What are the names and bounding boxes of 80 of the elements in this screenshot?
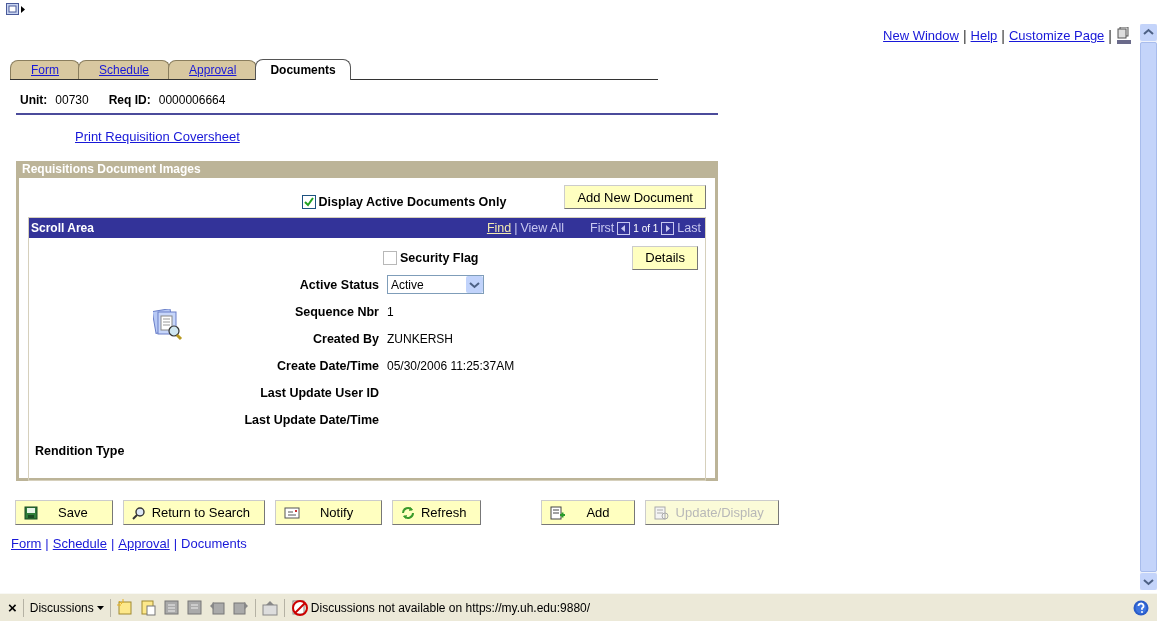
field-label: Rendition Type — [34, 443, 126, 458]
checkbox[interactable] — [301, 195, 316, 209]
last-label: Last — [677, 221, 701, 235]
field-label: Create Date/Time — [276, 358, 380, 373]
scroll-area-title: Scroll Area — [31, 221, 95, 235]
group-title: Requisitions Document Images — [19, 161, 715, 178]
checkbox-label: Security Flag — [400, 250, 479, 265]
search-button[interactable]: Return to Search — [122, 500, 265, 525]
tab[interactable]: Schedule — [78, 60, 171, 79]
notes-icon[interactable] — [139, 599, 157, 616]
field-value: ZUNKERSH — [386, 331, 454, 346]
status-dropdown[interactable]: Active — [387, 275, 484, 294]
field-label: Last Update User ID — [259, 385, 380, 400]
page-link-icon[interactable] — [1116, 27, 1132, 44]
tab[interactable]: Documents — [255, 59, 351, 80]
field-value: 00730 — [55, 93, 89, 109]
save-button[interactable]: Save — [15, 500, 113, 525]
save-icon — [24, 505, 38, 520]
refresh-button[interactable]: Refresh — [391, 500, 482, 525]
close-button[interactable]: × — [8, 599, 17, 616]
separator: | — [962, 27, 967, 44]
note-icon[interactable] — [162, 599, 180, 616]
add-document-button[interactable]: Add New Document — [564, 185, 706, 209]
tab[interactable]: Approval — [168, 60, 258, 79]
previous-icon[interactable] — [617, 221, 631, 235]
field-label: Created By — [312, 331, 380, 346]
nav-link[interactable]: Schedule — [52, 536, 107, 551]
find-link[interactable]: Find — [486, 221, 512, 235]
next-icon[interactable] — [661, 221, 675, 235]
document-search-icon — [153, 308, 185, 342]
view-all-link[interactable]: View All — [520, 221, 564, 235]
nav-link[interactable]: New Window — [883, 28, 959, 43]
row-count: 1 of 1 — [633, 222, 659, 234]
scroll-down-icon[interactable] — [1140, 573, 1157, 590]
no-sign-icon — [290, 598, 309, 617]
first-label: First — [590, 221, 615, 235]
field-value: 05/30/2006 11:25:37AM — [386, 358, 516, 373]
help-icon[interactable] — [1133, 599, 1149, 616]
separator: | — [514, 221, 518, 235]
back-icon[interactable] — [208, 599, 226, 616]
print-link[interactable]: Print Requisition Coversheet — [75, 129, 240, 144]
envelope-icon — [283, 505, 300, 520]
field-value: 0000006664 — [158, 93, 226, 109]
tab[interactable]: Form — [10, 60, 80, 79]
window-menu-icon[interactable] — [6, 3, 19, 15]
caret-icon — [96, 605, 104, 610]
separator: | — [45, 536, 49, 551]
checkbox-label: Display Active Documents Only — [318, 195, 507, 209]
new-note-icon[interactable] — [116, 599, 134, 616]
nav-link[interactable]: Help — [970, 28, 998, 43]
field-label: Req ID: — [108, 93, 151, 109]
nav-link[interactable]: Customize Page — [1008, 28, 1105, 43]
add-document-icon — [550, 505, 567, 520]
field-value: 1 — [386, 304, 395, 319]
scroll-up-icon[interactable] — [1140, 24, 1157, 41]
separator: | — [110, 536, 115, 551]
details-button[interactable]: Details — [632, 245, 698, 270]
add-button[interactable]: Add — [541, 500, 635, 525]
separator: | — [1001, 27, 1005, 44]
note-icon[interactable] — [185, 599, 203, 616]
upload-icon[interactable] — [261, 599, 278, 616]
forward-icon[interactable] — [231, 599, 249, 616]
field-label: Active Status — [298, 277, 380, 292]
search-icon — [131, 505, 146, 520]
document-icon — [653, 505, 670, 520]
notify-button[interactable]: Notify — [274, 500, 382, 525]
nav-link[interactable]: Form — [11, 536, 42, 551]
triangle-icon[interactable] — [21, 5, 26, 13]
refresh-icon — [400, 505, 415, 520]
checkbox[interactable] — [383, 250, 397, 265]
field-label: Sequence Nbr — [293, 304, 380, 319]
nav-link[interactable]: Approval — [118, 536, 170, 551]
chevron-down-icon — [466, 276, 483, 293]
nav-link[interactable]: Documents — [181, 536, 247, 551]
field-label: Last Update Date/Time — [243, 412, 380, 427]
separator: | — [1108, 27, 1112, 44]
separator: | — [173, 536, 178, 551]
field-label: Unit: — [20, 93, 48, 109]
discussions-menu[interactable]: Discussions — [29, 600, 104, 615]
status-message: Discussions not available on https://my.uh.edu:9880/ — [310, 600, 591, 615]
